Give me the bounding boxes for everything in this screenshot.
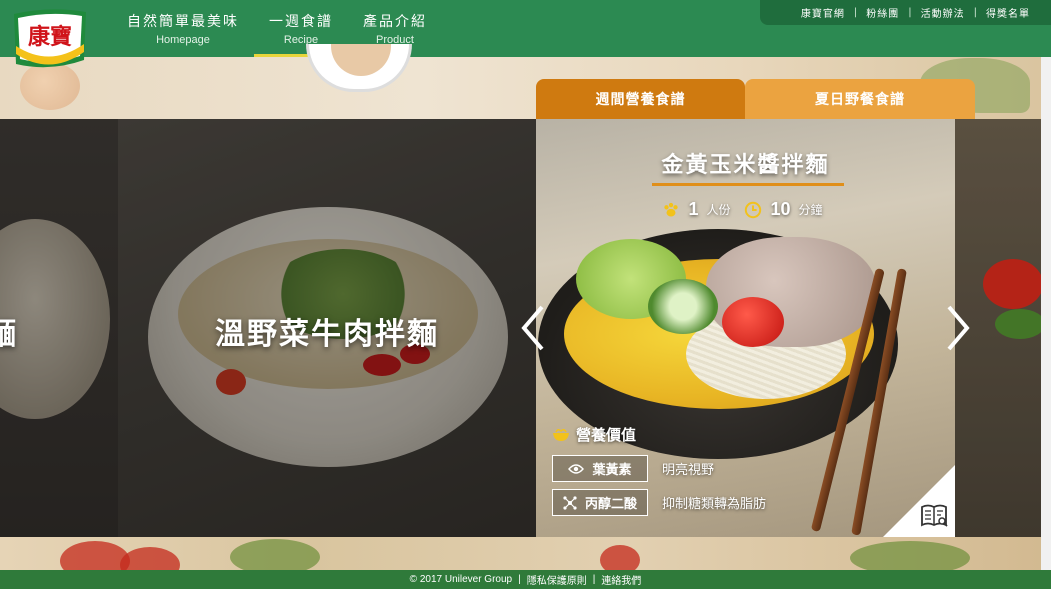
nutrient-name: 葉黃素	[592, 463, 632, 478]
top-link-event-rules[interactable]: 活動辦法	[912, 5, 974, 20]
carousel-prev-arrow[interactable]	[518, 303, 548, 353]
copyright-text: © 2017 Unilever Group	[409, 574, 513, 585]
nutrient-name: 丙醇二酸	[584, 497, 637, 512]
nutrition-heading: 營養價值	[552, 424, 636, 445]
slide-title: 溫野菜牛肉拌麵	[215, 317, 439, 352]
decor-tomato	[600, 545, 640, 570]
nutrient-row: 丙醇二酸 抑制糖類轉為脂肪	[552, 489, 766, 516]
nutrient-desc: 明亮視野	[662, 463, 715, 478]
paw-servings-icon	[664, 202, 679, 216]
servings-unit: 人份	[706, 203, 731, 217]
separator: |	[518, 574, 521, 585]
nav-label-en: Homepage	[156, 34, 210, 46]
nutrient-badge: 葉黃素	[552, 455, 648, 482]
featured-recipe-title: 金黃玉米醬拌麵	[661, 153, 830, 178]
carousel-slide-prev[interactable]: 麵	[0, 119, 118, 537]
carousel-slide-golden-corn-noodles[interactable]: 金黃玉米醬拌麵 1 人份 10 分鐘 營養價值 葉黃素 明亮視野 丙醇二酸 抑制…	[536, 119, 955, 537]
slide-overlay	[0, 119, 118, 537]
nav-item-homepage[interactable]: 自然簡單最美味 Homepage	[112, 0, 254, 57]
knorr-logo[interactable]: 康寶	[10, 6, 90, 72]
molecule-icon	[563, 495, 577, 510]
nav-label-zh: 產品介紹	[363, 14, 427, 30]
top-link-fan-page[interactable]: 粉絲團	[857, 5, 908, 20]
top-links-bar: 康寶官網 | 粉絲團 | 活動辦法 | 得獎名單	[760, 0, 1051, 25]
site-header: 自然簡單最美味 Homepage 一週食譜 Recipe 產品介紹 Produc…	[0, 0, 1051, 57]
decor-tomato	[120, 547, 180, 570]
servings-number: 1	[688, 199, 699, 219]
dish-image-tomato	[722, 297, 784, 347]
eye-icon	[568, 463, 585, 474]
slide-title: 麵	[0, 317, 16, 352]
carousel-next-arrow[interactable]	[943, 303, 973, 353]
nav-label-zh: 自然簡單最美味	[127, 14, 239, 30]
page-scrollbar[interactable]	[1041, 57, 1051, 570]
separator: |	[592, 574, 596, 585]
top-link-official-site[interactable]: 康寶官網	[792, 5, 854, 20]
decor-leaf	[850, 541, 970, 570]
carousel-slide-warm-veg-beef-noodles[interactable]: 溫野菜牛肉拌麵	[118, 119, 536, 537]
time-unit: 分鐘	[798, 203, 823, 217]
bottom-decor-band	[0, 537, 1051, 570]
chevron-right-icon	[947, 305, 970, 351]
privacy-link[interactable]: 隱私保護原則	[524, 572, 590, 587]
recipe-book-icon[interactable]	[919, 501, 949, 531]
recipe-carousel: 麵 溫野菜牛肉拌麵 金黃玉米醬拌麵 1 人份 10 分鐘 營養價值 葉黃素 明亮…	[0, 119, 1051, 537]
tab-weekday-nutrition-recipes[interactable]: 週間營養食譜	[536, 79, 745, 119]
dish-image-cucumber	[648, 279, 718, 334]
time-number: 10	[770, 199, 791, 219]
recipe-meta: 1 人份 10 分鐘	[536, 199, 955, 220]
nutrient-badge: 丙醇二酸	[552, 489, 648, 516]
svg-text:康寶: 康寶	[28, 24, 72, 50]
nav-label-zh: 一週食譜	[269, 14, 333, 30]
bowl-icon	[553, 428, 569, 441]
top-link-winners[interactable]: 得獎名單	[977, 5, 1039, 20]
clock-icon	[745, 201, 762, 218]
nutrition-heading-text: 營養價值	[576, 426, 637, 444]
decor-leaf	[230, 539, 320, 570]
contact-link[interactable]: 連絡我們	[598, 572, 644, 587]
site-footer: © 2017 Unilever Group | 隱私保護原則 | 連絡我們	[0, 570, 1051, 589]
title-underline	[652, 183, 844, 186]
nutrient-desc: 抑制糖類轉為脂肪	[662, 497, 767, 512]
nutrient-row: 葉黃素 明亮視野	[552, 455, 714, 482]
tab-summer-picnic-recipes[interactable]: 夏日野餐食譜	[745, 79, 975, 119]
chevron-left-icon	[521, 305, 544, 351]
